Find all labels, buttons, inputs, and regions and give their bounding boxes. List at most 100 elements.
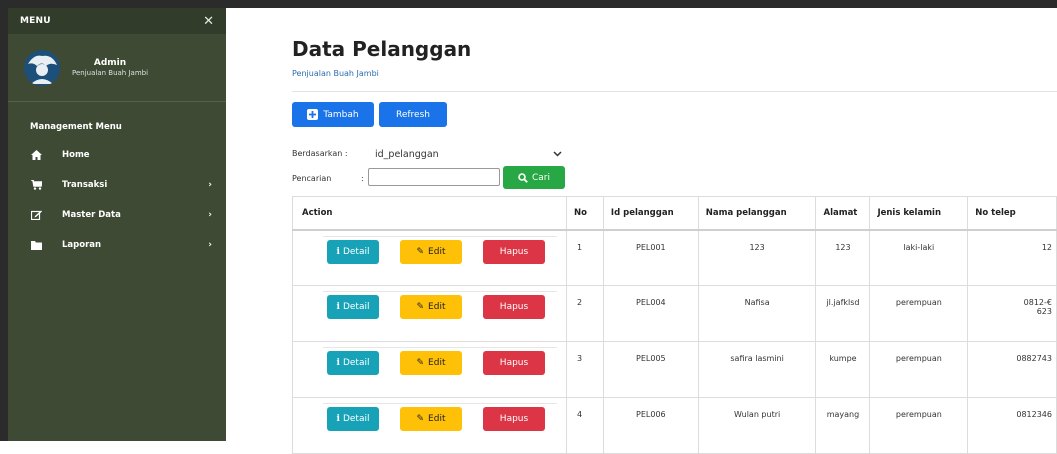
detail-label: Detail [342,302,370,312]
edit-icon [30,209,42,221]
add-button-label: Tambah [323,109,359,120]
detail-label: Detail [342,358,370,368]
column-header-telepon: No telep [967,196,1057,231]
edit-label: Edit [428,302,446,312]
detail-button[interactable]: i Detail [327,239,379,264]
section-title: Management Menu [30,122,122,132]
edit-button[interactable]: ✎ Edit [400,351,462,375]
main-content: Data Pelanggan Penjualan Buah Jambi Tamb… [226,8,1057,454]
cell-no: 3 [565,341,604,398]
sidebar-item-label: Transaksi [62,180,108,190]
close-icon[interactable]: ✕ [203,14,214,29]
edit-icon: ✎ [416,302,425,312]
column-header-id: Id pelanggan [602,196,699,231]
column-header-action: Action [292,196,567,231]
cell-jenis-kelamin: perempuan [869,341,969,398]
pencarian-label: Pencarian [292,174,332,183]
info-icon: i [336,414,340,424]
cell-telepon: 12 [967,229,1057,286]
sidebar-item-transaksi[interactable]: Transaksi › [8,170,226,200]
cell-alamat: kumpe [815,341,871,398]
sidebar: MENU ✕ Admin Penjualan Buah Jambi Manage… [8,8,226,441]
filter-select-value: id_pelanggan [375,148,439,160]
edit-button[interactable]: ✎ Edit [400,295,462,319]
cell-no: 4 [565,397,604,454]
sidebar-item-label: Laporan [62,240,102,250]
cell-nama: 123 [697,229,817,286]
column-header-jenis-kelamin: Jenis kelamin [869,196,969,231]
detail-button[interactable]: i Detail [327,407,379,431]
cell-jenis-kelamin: perempuan [869,285,969,342]
detail-label: Detail [342,414,370,424]
table-row: i Detail ✎ Edit Hapus 3 PEL005 safira lasm… [292,341,1057,398]
search-input[interactable] [368,168,500,186]
edit-icon: ✎ [416,358,425,368]
cell-id: PEL001 [602,229,699,286]
action-cell: i Detail ✎ Edit Hapus [292,229,567,286]
folder-icon [30,239,42,251]
table-row: i Detail ✎ Edit Hapus 1 PEL001 123 123 lak… [292,229,1057,286]
cell-telepon: 0882743 [967,341,1057,398]
menu-label: MENU [20,16,51,26]
action-cell: i Detail ✎ Edit Hapus [292,285,567,342]
cell-telepon: 0812346 [967,397,1057,454]
edit-label: Edit [428,414,446,424]
delete-button[interactable]: Hapus [483,407,545,431]
refresh-button[interactable]: Refresh [379,102,447,127]
edit-label: Edit [428,246,446,257]
page-title: Data Pelanggan [292,37,472,61]
avatar [24,49,60,86]
page-subtitle: Penjualan Buah Jambi [292,69,379,78]
info-icon: i [336,358,340,368]
delete-button[interactable]: Hapus [483,239,545,264]
cell-nama: Wulan putri [697,397,817,454]
detail-label: Detail [342,246,370,257]
table-header-row: Action No Id pelanggan Nama pelanggan Al… [292,196,1057,231]
edit-label: Edit [428,358,446,368]
info-icon: i [336,302,340,312]
sidebar-item-master-data[interactable]: Master Data › [8,200,226,230]
cell-alamat: mayang [815,397,871,454]
cell-id: PEL004 [602,285,699,342]
search-button[interactable]: Cari [503,166,565,189]
cell-no: 2 [565,285,604,342]
cell-no: 1 [565,229,604,286]
sidebar-item-home[interactable]: Home [8,140,226,170]
chevron-right-icon: › [208,180,212,190]
chevron-right-icon: › [208,210,212,220]
cart-icon [30,179,42,191]
cell-telepon-line1: 12 [1041,242,1052,252]
detail-button[interactable]: i Detail [327,351,379,375]
customer-table: Action No Id pelanggan Nama pelanggan Al… [292,196,1057,454]
berdasarkan-label: Berdasarkan : [292,149,348,158]
edit-button[interactable]: ✎ Edit [400,239,462,264]
cell-telepon-line1: 0812-€ [1023,298,1052,307]
column-header-no: No [565,196,604,231]
cell-id: PEL005 [602,341,699,398]
edit-button[interactable]: ✎ Edit [400,407,462,431]
user-panel: Admin Penjualan Buah Jambi [8,34,226,102]
chevron-down-icon [553,149,562,160]
delete-button[interactable]: Hapus [483,295,545,319]
column-header-nama: Nama pelanggan [697,196,817,231]
pencarian-separator: : [361,174,364,183]
chevron-right-icon: › [208,240,212,250]
cell-jenis-kelamin: perempuan [869,397,969,454]
delete-button[interactable]: Hapus [483,351,545,375]
cell-alamat: jl.jafklsd [815,285,871,342]
edit-icon: ✎ [416,246,425,257]
cell-telepon-line2: 623 [1036,307,1052,316]
cell-jenis-kelamin: laki-laki [869,229,969,286]
user-name: Admin [93,58,127,68]
cell-alamat: 123 [815,229,871,286]
user-subtitle: Penjualan Buah Jambi [72,69,149,77]
plus-square-icon [307,109,319,120]
cell-nama: Nafisa [697,285,817,342]
sidebar-header: MENU ✕ [8,8,226,34]
table-row: i Detail ✎ Edit Hapus 4 PEL006 Wulan putri… [292,397,1057,454]
detail-button[interactable]: i Detail [327,295,379,319]
sidebar-item-laporan[interactable]: Laporan › [8,230,226,260]
filter-select[interactable]: id_pelanggan [368,144,564,164]
add-button[interactable]: Tambah [292,102,374,127]
action-cell: i Detail ✎ Edit Hapus [292,397,567,454]
